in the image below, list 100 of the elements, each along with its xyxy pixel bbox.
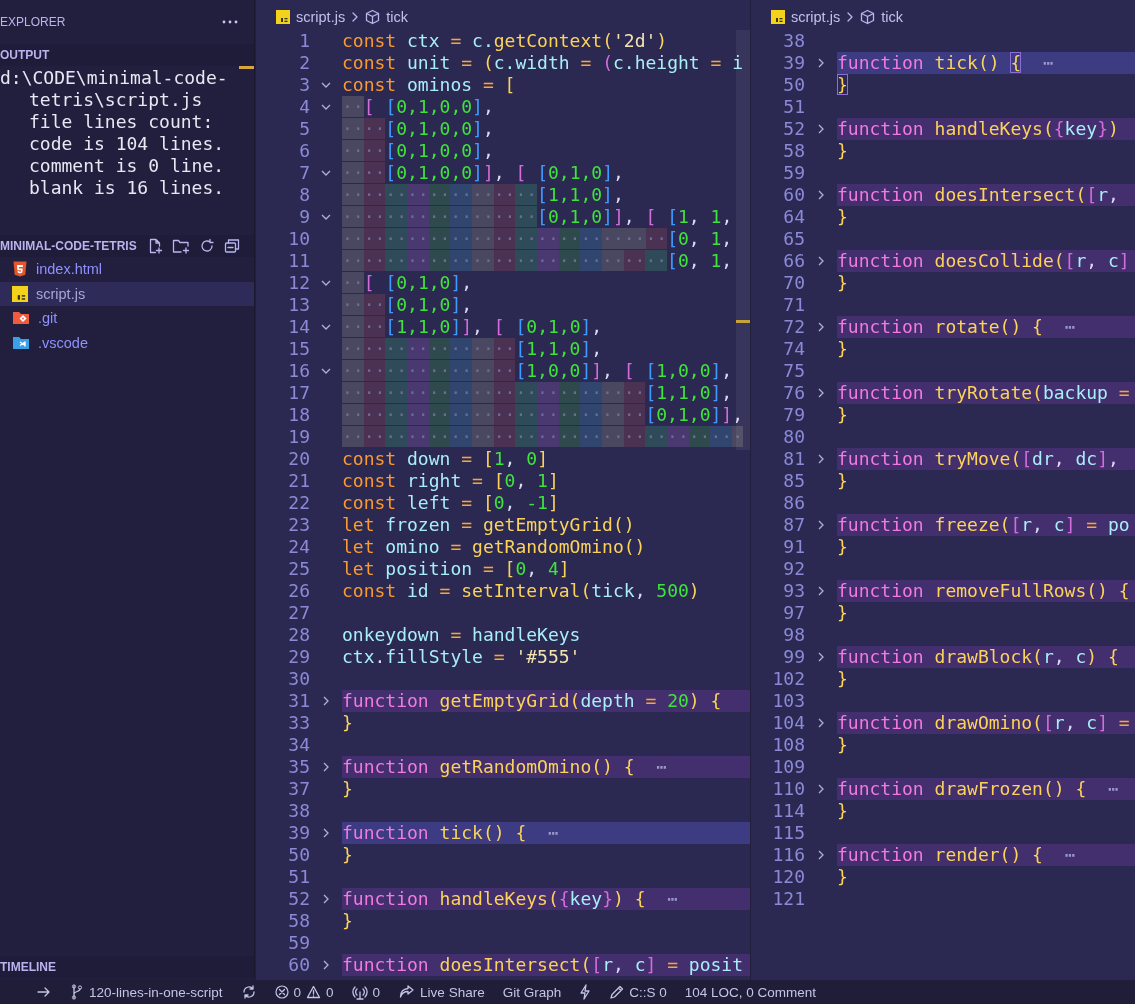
line-number: 91 (783, 536, 805, 558)
code-line: } (837, 668, 849, 690)
html-file-icon (12, 261, 28, 278)
file-item[interactable]: index.html (0, 257, 254, 282)
section-header[interactable]: TIMELINE (0, 960, 56, 974)
broadcast-count: 0 (372, 984, 381, 1000)
output-line: code is 104 lines. (29, 133, 225, 155)
code-line: ··[ [0,1,0], (342, 272, 474, 294)
code-line: const left = [0, -1] (342, 492, 560, 514)
cube-icon (860, 9, 876, 25)
line-number: 34 (288, 734, 310, 756)
line-number: 75 (783, 360, 805, 382)
line-number: 115 (772, 822, 805, 844)
line-number: 33 (288, 712, 310, 734)
line-number: 65 (783, 228, 805, 250)
output-line: tetris\script.js (29, 89, 203, 111)
file-item[interactable]: .vscode (0, 330, 254, 355)
line-number: 3 (299, 74, 310, 96)
line-number: 39 (783, 52, 805, 74)
line-number: 19 (288, 426, 310, 448)
code-line: const unit = (c.width = (c.height = i (342, 52, 745, 74)
code-line: onkeydown = handleKeys (342, 624, 582, 646)
file-item[interactable]: script.js (0, 281, 254, 306)
breadcrumb-item[interactable]: tick (860, 9, 903, 25)
breadcrumb-item[interactable]: tick (365, 9, 408, 25)
git-folder-icon (12, 310, 30, 327)
line-number: 80 (783, 426, 805, 448)
line-number: 102 (772, 668, 805, 690)
line-number: 64 (783, 206, 805, 228)
code-line: let position = [0, 4] (342, 558, 571, 580)
line-number: 20 (288, 448, 310, 470)
code-line: } (837, 470, 849, 492)
live-share-label: Live Share (420, 984, 485, 1000)
code-line: let frozen = getEmptyGrid() (342, 514, 636, 536)
code-line: ····[0,1,0,0], (342, 140, 495, 162)
line-number: 59 (288, 932, 310, 954)
line-number: 38 (783, 30, 805, 52)
line-number: 116 (772, 844, 805, 866)
line-number: 6 (299, 140, 310, 162)
code-line: ················[1,0,0]], [ [1,0,0], (342, 360, 734, 382)
code-line: let omino = getRandomOmino() (342, 536, 647, 558)
collapse-all-icon[interactable] (224, 238, 240, 254)
status-text: C::S 0 (629, 984, 667, 1000)
line-number: 50 (288, 844, 310, 866)
line-number: 8 (299, 184, 310, 206)
line-number: 14 (288, 316, 310, 338)
line-number: 60 (783, 184, 805, 206)
js-file-icon (771, 10, 785, 24)
status-item[interactable]: C::S 0 (609, 984, 667, 1000)
line-number: 31 (288, 690, 310, 712)
breadcrumb-item[interactable]: script.js (276, 9, 346, 25)
code-line: } (837, 74, 849, 96)
line-number: 23 (288, 514, 310, 536)
chevron-right-icon (846, 11, 855, 23)
line-number: 70 (783, 272, 805, 294)
live-share-item[interactable]: Live Share (398, 984, 485, 1000)
line-number: 92 (783, 558, 805, 580)
line-number: 11 (288, 250, 310, 272)
line-number: 9 (299, 206, 310, 228)
section-header[interactable]: OUTPUT (0, 48, 50, 62)
line-number: 37 (288, 778, 310, 800)
status-item[interactable]: 104 LOC, 0 Comment (684, 984, 816, 1000)
line-number: 121 (772, 888, 805, 910)
code-line: ··················[0,1,0]], [ [1, 1, (342, 206, 734, 228)
line-number: 71 (783, 294, 805, 316)
code-line: } (342, 844, 354, 866)
code-line: } (837, 272, 849, 294)
code-line: ····[1,1,0]], [ [0,1,0], (342, 316, 604, 338)
problems-item[interactable]: 0 0 (274, 984, 334, 1000)
line-number: 15 (288, 338, 310, 360)
line-number: 21 (288, 470, 310, 492)
line-number: 28 (288, 624, 310, 646)
code-line: } (837, 338, 849, 360)
breadcrumb-item[interactable]: script.js (771, 9, 841, 25)
new-folder-icon[interactable] (172, 238, 190, 254)
line-number: 4 (299, 96, 310, 118)
line-number: 5 (299, 118, 310, 140)
line-number: 87 (783, 514, 805, 536)
status-item[interactable]: Git Graph (502, 984, 562, 1000)
line-number: 120 (772, 866, 805, 888)
output-line: file lines count: (29, 111, 214, 133)
sync-icon[interactable] (240, 984, 257, 1000)
arrow-right-icon[interactable] (36, 985, 52, 999)
line-number: 25 (288, 558, 310, 580)
code-line: const ominos = [ (342, 74, 517, 96)
code-line: } (837, 140, 849, 162)
file-item[interactable]: .git (0, 306, 254, 331)
code-line: } (342, 712, 354, 734)
line-number: 10 (288, 228, 310, 250)
new-file-icon[interactable] (147, 238, 163, 254)
output-line: d:\CODE\minimal-code- (0, 67, 228, 89)
lightning-icon[interactable] (579, 984, 592, 1000)
sidebar-title: EXPLORER (0, 15, 66, 29)
refresh-icon[interactable] (199, 238, 215, 254)
more-icon[interactable] (222, 19, 238, 25)
line-number: 51 (288, 866, 310, 888)
line-number: 12 (288, 272, 310, 294)
line-number: 86 (783, 492, 805, 514)
line-number: 104 (772, 712, 805, 734)
broadcast-item[interactable]: 0 (351, 984, 381, 1000)
